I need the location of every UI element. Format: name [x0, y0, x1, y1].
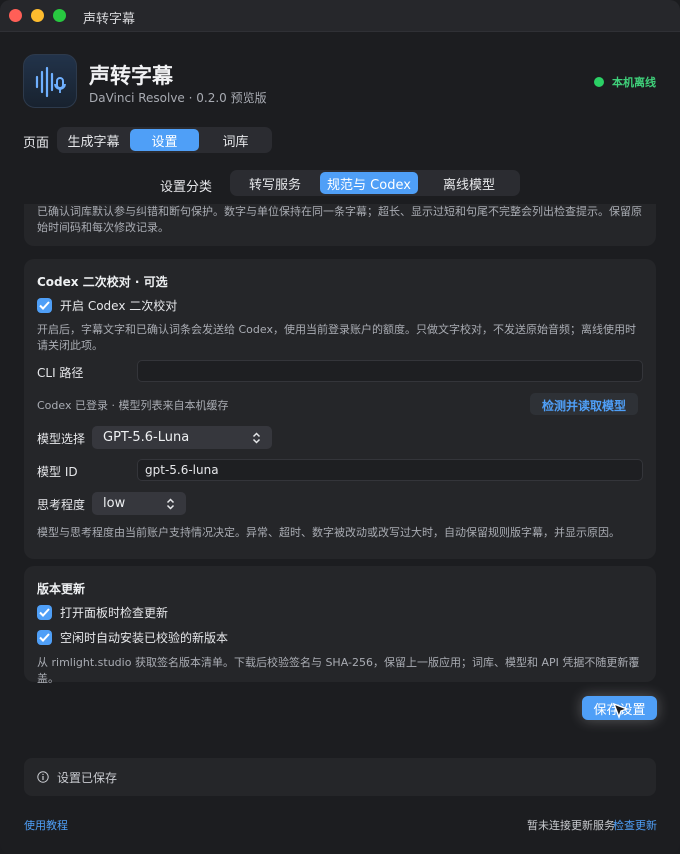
check-on-open-checkbox[interactable] [37, 605, 52, 620]
effort-select[interactable]: low [92, 492, 186, 515]
effort-select-value: low [103, 496, 126, 511]
chevron-updown-icon [166, 497, 175, 510]
zoom-window-button[interactable] [53, 9, 66, 22]
normalization-card: 已确认词库默认参与纠错和断句保护。数字与单位保持在同一条字幕；超长、显示过短和句… [24, 204, 656, 246]
waveform-mic-icon [23, 54, 77, 108]
page-nav-label: 页面 [23, 136, 50, 151]
title-bar: 声转字幕 [0, 0, 680, 32]
codex-footer-desc: 模型与思考程度由当前账户支持情况决定。异常、超时、数字被改动或改写过大时，自动保… [37, 526, 620, 539]
mouse-cursor-icon [612, 702, 630, 720]
status-text: 本机离线 [612, 76, 656, 89]
codex-enable-label: 开启 Codex 二次校对 [60, 299, 178, 313]
codex-enable-checkbox[interactable] [37, 298, 52, 313]
notice-text: 设置已保存 [57, 770, 118, 785]
update-card: 版本更新 打开面板时检查更新 空闲时自动安装已校验的新版本 从 rimlight… [24, 566, 656, 685]
update-service-status: 暂未连接更新服务 [527, 819, 615, 832]
model-select-value: GPT-5.6-Luna [103, 430, 190, 445]
tab-normalization-codex[interactable]: 规范与 Codex [320, 172, 418, 194]
cli-path-label: CLI 路径 [37, 366, 84, 380]
chevron-updown-icon [252, 431, 261, 444]
effort-label: 思考程度 [37, 498, 86, 512]
auto-install-row[interactable]: 空闲时自动安装已校验的新版本 [37, 629, 228, 646]
model-select[interactable]: GPT-5.6-Luna [92, 426, 272, 449]
tutorial-link[interactable]: 使用教程 [24, 817, 68, 833]
category-nav-label: 设置分类 [160, 180, 213, 195]
close-window-button[interactable] [9, 9, 22, 22]
tab-settings[interactable]: 设置 [130, 129, 199, 151]
save-notice: 设置已保存 [24, 758, 656, 796]
auto-install-label: 空闲时自动安装已校验的新版本 [60, 631, 229, 645]
window-title: 声转字幕 [83, 12, 136, 27]
connection-status: 本机离线 [594, 74, 656, 90]
tab-offline-models[interactable]: 离线模型 [420, 172, 518, 194]
model-id-label: 模型 ID [37, 465, 78, 479]
info-icon [37, 771, 49, 783]
category-nav: 转写服务 规范与 Codex 离线模型 [230, 170, 520, 196]
status-dot-icon [594, 77, 604, 87]
codex-enable-row[interactable]: 开启 Codex 二次校对 [37, 297, 177, 314]
model-select-label: 模型选择 [37, 432, 86, 446]
tab-transcription-service[interactable]: 转写服务 [232, 172, 318, 194]
app-window: 声转字幕 声转字幕 DaVinci Resolve · 0.2.0 预览版 本机… [0, 0, 680, 854]
update-card-title: 版本更新 [37, 582, 86, 596]
normalization-text: 已确认词库默认参与纠错和断句保护。数字与单位保持在同一条字幕；超长、显示过短和句… [37, 205, 642, 234]
app-name: 声转字幕 [89, 64, 173, 88]
update-desc: 从 rimlight.studio 获取签名版本清单。下载后校验签名与 SHA-… [37, 656, 640, 685]
tab-generate-subtitles[interactable]: 生成字幕 [59, 129, 128, 151]
model-id-input[interactable]: gpt-5.6-luna [137, 459, 643, 481]
codex-enable-desc: 开启后，字幕文字和已确认词条会发送给 Codex，使用当前登录账户的额度。只做文… [37, 323, 636, 352]
codex-card-title: Codex 二次校对 · 可选 [37, 275, 168, 289]
auto-install-checkbox[interactable] [37, 630, 52, 645]
tab-glossary[interactable]: 词库 [201, 129, 270, 151]
codex-card: Codex 二次校对 · 可选 开启 Codex 二次校对 开启后，字幕文字和已… [24, 259, 656, 559]
codex-login-status: Codex 已登录 · 模型列表来自本机缓存 [37, 399, 229, 412]
check-on-open-label: 打开面板时检查更新 [60, 606, 169, 620]
check-on-open-row[interactable]: 打开面板时检查更新 [37, 604, 168, 621]
minimize-window-button[interactable] [31, 9, 44, 22]
app-subtitle: DaVinci Resolve · 0.2.0 预览版 [89, 91, 267, 105]
cli-path-input[interactable] [137, 360, 643, 382]
detect-models-button[interactable]: 检测并读取模型 [530, 393, 639, 415]
page-nav: 生成字幕 设置 词库 [57, 127, 272, 153]
settings-scroll-area[interactable]: 已确认词库默认参与纠错和断句保护。数字与单位保持在同一条字幕；超长、显示过短和句… [0, 204, 680, 694]
check-update-link[interactable]: 检查更新 [613, 817, 657, 833]
